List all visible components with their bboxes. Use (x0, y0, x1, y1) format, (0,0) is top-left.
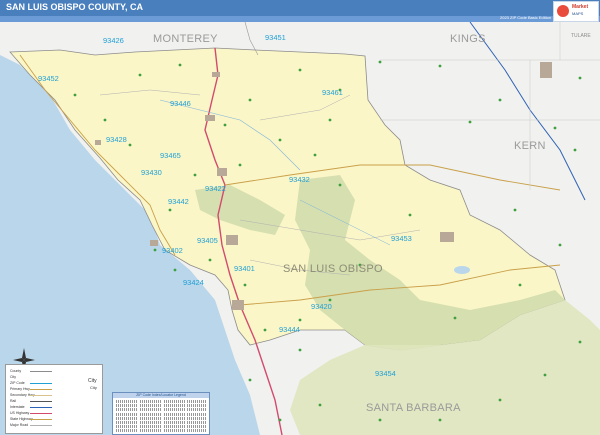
legend-swatch (30, 425, 52, 426)
legend-row: County (10, 369, 22, 373)
zip-label: 93442 (168, 197, 189, 206)
county-label: MONTEREY (153, 33, 218, 45)
legend-row: City (10, 375, 17, 379)
zip-label: 93422 (205, 184, 226, 193)
zip-label: 93430 (141, 168, 162, 177)
legend-swatch (30, 401, 52, 402)
map-legend: County City ZIP Code Primary Hwy Seconda… (5, 364, 103, 434)
legend-swatch (30, 383, 52, 384)
zip-index-column (116, 400, 138, 434)
legend-row: Major Road (10, 423, 29, 427)
legend-swatch (30, 371, 52, 372)
zip-label: 93424 (183, 278, 204, 287)
lake (454, 266, 470, 274)
zip-label: 93402 (162, 246, 183, 255)
legend-row: Rail (10, 399, 17, 403)
legend-swatch (30, 413, 52, 414)
legend-city-sample: City (90, 385, 97, 390)
zip-label: 93454 (375, 369, 396, 378)
logo-mark-icon (557, 5, 569, 17)
zip-label: 93428 (106, 135, 127, 144)
zip-label: 93461 (322, 88, 343, 97)
zip-label: 93452 (38, 74, 59, 83)
county-label: KERN (514, 140, 546, 152)
legend-row: Interstate (10, 405, 25, 409)
zip-index-title: ZIP Code Index/Locator Legend (113, 393, 209, 398)
county-label: SANTA BARBARA (366, 402, 461, 414)
zip-label: 93401 (234, 264, 255, 273)
page-title: SAN LUIS OBISPO COUNTY, CA (6, 2, 144, 12)
zip-index-column (140, 400, 162, 434)
legend-row: Primary Hwy (10, 387, 30, 391)
legend-swatch (30, 419, 52, 420)
legend-swatch (30, 389, 52, 390)
map-frame: 93426 93451 93452 93446 93461 93428 9346… (0, 0, 600, 435)
zip-label: 93444 (279, 325, 300, 334)
zip-label: 93426 (103, 36, 124, 45)
zip-label: 93446 (170, 99, 191, 108)
logo-text: Market (572, 4, 589, 10)
legend-city-sample: City (88, 378, 97, 384)
county-label-main: SAN LUIS OBISPO (283, 263, 383, 275)
zip-label: 93451 (265, 33, 286, 42)
zip-label: 93453 (391, 234, 412, 243)
zip-label: 93420 (311, 302, 332, 311)
county-label: TULARE (571, 33, 591, 39)
zip-index-column (187, 400, 206, 434)
legend-swatch (30, 407, 52, 408)
zip-label: 93432 (289, 175, 310, 184)
zip-label: 93465 (160, 151, 181, 160)
edition-label: 2023 ZIP Code Basic Edition (500, 15, 552, 20)
logo-text: MAPS (572, 11, 584, 16)
zip-index-panel: ZIP Code Index/Locator Legend (112, 392, 210, 435)
legend-row: ZIP Code (10, 381, 25, 385)
zip-index-column (164, 400, 186, 434)
county-label: KINGS (450, 33, 486, 45)
legend-swatch (30, 395, 52, 396)
legend-row: US Highway (10, 411, 30, 415)
brand-logo: Market MAPS (553, 1, 599, 22)
zip-label: 93405 (197, 236, 218, 245)
